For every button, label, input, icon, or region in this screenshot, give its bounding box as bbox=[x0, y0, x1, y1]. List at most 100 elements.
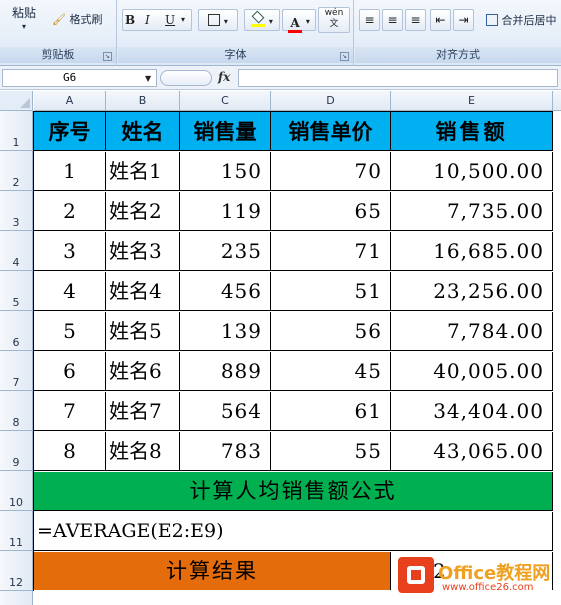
cell-name[interactable]: 姓名5 bbox=[106, 312, 180, 351]
row-header-12[interactable]: 12 bbox=[0, 551, 33, 591]
cell-amount[interactable]: 16,685.00 bbox=[391, 232, 553, 271]
cell-name[interactable]: 姓名7 bbox=[106, 392, 180, 431]
merge-center-label: 合并后居中 bbox=[501, 14, 557, 27]
phonetic-icon: wén 文 bbox=[324, 8, 344, 29]
cell-unit-price[interactable]: 51 bbox=[271, 272, 391, 311]
cell-unit-price[interactable]: 45 bbox=[271, 352, 391, 391]
column-header-f[interactable] bbox=[553, 91, 561, 111]
paste-button[interactable]: 粘贴 bbox=[12, 4, 36, 21]
font-launcher-icon[interactable]: ↘ bbox=[340, 52, 349, 61]
formula-bar-resize-handle[interactable] bbox=[160, 70, 212, 86]
format-painter-label: 格式刷 bbox=[69, 13, 103, 26]
cell-amount[interactable]: 40,005.00 bbox=[391, 352, 553, 391]
name-box-dropdown-icon[interactable]: ▼ bbox=[145, 74, 151, 83]
cell-unit-price[interactable]: 55 bbox=[271, 432, 391, 471]
cell-amount[interactable]: 7,784.00 bbox=[391, 312, 553, 351]
align-left-button[interactable]: ≡ bbox=[359, 9, 380, 31]
cell-quantity[interactable]: 783 bbox=[180, 432, 271, 471]
column-header-e[interactable]: E bbox=[391, 91, 553, 111]
cell-quantity[interactable]: 235 bbox=[180, 232, 271, 271]
header-cell-quantity[interactable]: 销售量 bbox=[180, 112, 271, 151]
cell-quantity[interactable]: 139 bbox=[180, 312, 271, 351]
align-right-button[interactable]: ≡ bbox=[405, 9, 426, 31]
cell-quantity[interactable]: 456 bbox=[180, 272, 271, 311]
cell-unit-price[interactable]: 65 bbox=[271, 192, 391, 231]
cell-quantity[interactable]: 564 bbox=[180, 392, 271, 431]
cell-name[interactable]: 姓名1 bbox=[106, 152, 180, 191]
formula-title-cell[interactable]: 计算人均销售额公式 bbox=[34, 472, 553, 511]
cell-id[interactable]: 7 bbox=[34, 392, 106, 431]
bold-italic-underline-group: B I U ▾ bbox=[122, 9, 192, 31]
row-header-11[interactable]: 11 bbox=[0, 511, 33, 551]
fill-dropdown-icon: ▾ bbox=[268, 17, 273, 26]
row-header-1[interactable]: 1 bbox=[0, 111, 33, 151]
row-header-9[interactable]: 9 bbox=[0, 431, 33, 471]
name-box[interactable]: G6 bbox=[2, 69, 157, 87]
cell-name[interactable]: 姓名2 bbox=[106, 192, 180, 231]
header-cell-name[interactable]: 姓名 bbox=[106, 112, 180, 151]
cell-quantity[interactable]: 889 bbox=[180, 352, 271, 391]
row-header-7[interactable]: 7 bbox=[0, 351, 33, 391]
column-header-c[interactable]: C bbox=[180, 91, 271, 111]
cell-id[interactable]: 6 bbox=[34, 352, 106, 391]
cell-id[interactable]: 3 bbox=[34, 232, 106, 271]
row-header-8[interactable]: 8 bbox=[0, 391, 33, 431]
row-header-2[interactable]: 2 bbox=[0, 151, 33, 191]
cell-amount[interactable]: 43,065.00 bbox=[391, 432, 553, 471]
cell-id[interactable]: 4 bbox=[34, 272, 106, 311]
row-header-10[interactable]: 10 bbox=[0, 471, 33, 511]
cell-unit-price[interactable]: 56 bbox=[271, 312, 391, 351]
cell-id[interactable]: 8 bbox=[34, 432, 106, 471]
row-header-13[interactable] bbox=[0, 591, 33, 605]
cell-name[interactable]: 姓名8 bbox=[106, 432, 180, 471]
cell-name[interactable]: 姓名4 bbox=[106, 272, 180, 311]
borders-button[interactable]: ▾ bbox=[198, 9, 238, 31]
font-color-button[interactable]: A ▾ bbox=[282, 9, 316, 33]
format-painter-button[interactable]: 🖌 格式刷 bbox=[52, 11, 102, 27]
formula-text-cell[interactable]: =AVERAGE(E2:E9) bbox=[34, 512, 553, 551]
header-cell-id[interactable]: 序号 bbox=[34, 112, 106, 151]
cell-amount[interactable]: 10,500.00 bbox=[391, 152, 553, 191]
column-header-b[interactable]: B bbox=[106, 91, 180, 111]
increase-indent-button[interactable]: ⇥ bbox=[453, 9, 474, 31]
cell-name[interactable]: 姓名6 bbox=[106, 352, 180, 391]
clipboard-launcher-icon[interactable]: ↘ bbox=[103, 52, 112, 61]
font-group-label: 字体 bbox=[118, 47, 353, 63]
result-label-cell[interactable]: 计算结果 bbox=[34, 552, 391, 591]
column-header-d[interactable]: D bbox=[271, 91, 391, 111]
cell-id[interactable]: 5 bbox=[34, 312, 106, 351]
cell-unit-price[interactable]: 61 bbox=[271, 392, 391, 431]
insert-function-icon[interactable]: fx bbox=[218, 70, 230, 84]
cell-quantity[interactable]: 119 bbox=[180, 192, 271, 231]
row-header-6[interactable]: 6 bbox=[0, 311, 33, 351]
fill-color-button[interactable]: ▾ bbox=[244, 9, 280, 31]
cell-quantity[interactable]: 150 bbox=[180, 152, 271, 191]
cell-unit-price[interactable]: 71 bbox=[271, 232, 391, 271]
cell-name[interactable]: 姓名3 bbox=[106, 232, 180, 271]
merge-center-button[interactable]: 合并后居中 bbox=[486, 12, 557, 28]
font-group: B I U ▾ ▾ ▾ A ▾ wén 文 字体 ↘ bbox=[118, 0, 354, 66]
italic-button[interactable]: I bbox=[145, 10, 163, 30]
formula-input[interactable] bbox=[238, 69, 558, 87]
cell-unit-price[interactable]: 70 bbox=[271, 152, 391, 191]
align-center-button[interactable]: ≡ bbox=[382, 9, 403, 31]
row-header-5[interactable]: 5 bbox=[0, 271, 33, 311]
select-all-corner[interactable] bbox=[0, 91, 33, 111]
cell-amount[interactable]: 23,256.00 bbox=[391, 272, 553, 311]
underline-button[interactable]: U bbox=[165, 10, 181, 30]
decrease-indent-button[interactable]: ⇤ bbox=[430, 9, 451, 31]
header-cell-amount[interactable]: 销售额 bbox=[391, 112, 553, 151]
phonetic-button[interactable]: wén 文 bbox=[318, 7, 350, 33]
bold-button[interactable]: B bbox=[125, 10, 143, 30]
column-header-a[interactable]: A bbox=[34, 91, 106, 111]
header-cell-unit-price[interactable]: 销售单价 bbox=[271, 112, 391, 151]
row-header-3[interactable]: 3 bbox=[0, 191, 33, 231]
paste-dropdown-icon[interactable]: ▾ bbox=[22, 22, 26, 31]
row-header-4[interactable]: 4 bbox=[0, 231, 33, 271]
cell-id[interactable]: 2 bbox=[34, 192, 106, 231]
cell-id[interactable]: 1 bbox=[34, 152, 106, 191]
underline-dropdown-icon[interactable]: ▾ bbox=[181, 10, 185, 30]
font-color-icon: A bbox=[288, 17, 303, 33]
cell-amount[interactable]: 34,404.00 bbox=[391, 392, 553, 431]
cell-amount[interactable]: 7,735.00 bbox=[391, 192, 553, 231]
